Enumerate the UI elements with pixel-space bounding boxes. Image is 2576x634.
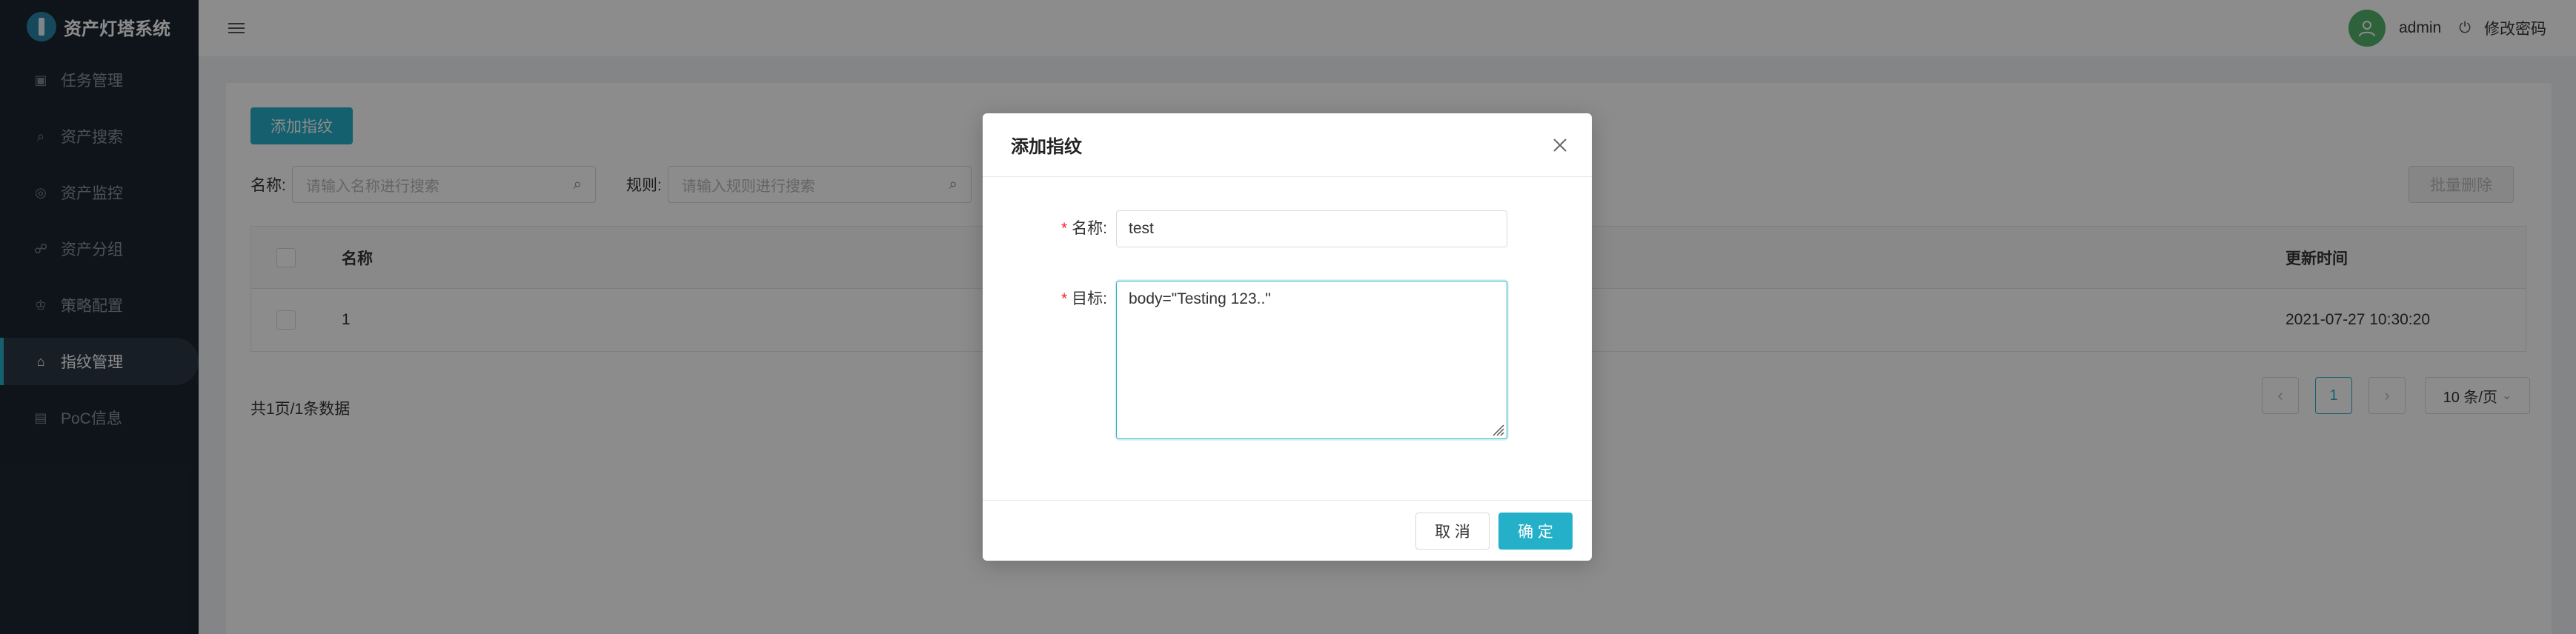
required-mark: * [1060,290,1068,307]
confirm-button[interactable]: 确 定 [1498,512,1573,550]
close-icon[interactable] [1549,134,1571,156]
required-mark: * [1060,220,1068,237]
modal-header: 添加指纹 [983,113,1592,177]
name-form-item: * 名称: test [983,210,1507,247]
target-field-label: * 目标: [1060,290,1107,307]
target-value: body="Testing 123.." [1129,290,1271,307]
resize-handle-icon[interactable] [1489,421,1505,437]
target-form-item: * 目标: body="Testing 123.." [983,281,1507,439]
add-fingerprint-modal: 添加指纹 * 名称: test * 目标: body="Testing 123.."… [983,113,1592,561]
modal-footer: 取 消 确 定 [983,500,1592,561]
name-field[interactable]: test [1116,210,1507,247]
target-textarea[interactable]: body="Testing 123.." [1116,281,1507,439]
name-field-label: * 名称: [1060,220,1107,237]
cancel-button[interactable]: 取 消 [1415,512,1490,550]
modal-title: 添加指纹 [1011,137,1082,157]
